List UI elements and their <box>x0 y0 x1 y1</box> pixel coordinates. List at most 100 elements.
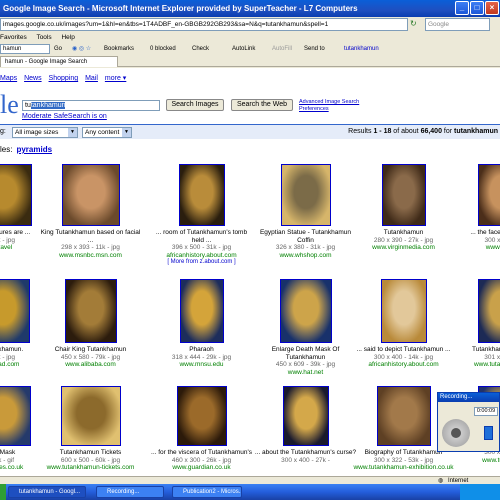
image-result[interactable]: ... the face c Tutankh300 x 411 -www.smh… <box>448 164 500 252</box>
image-size-select[interactable]: All image sizes ▼ <box>12 127 78 138</box>
image-result[interactable]: Egyptian Statue - Tutankhamun Coffin 326 … <box>253 164 358 259</box>
safesearch-link[interactable]: Moderate SafeSearch is on <box>22 113 107 120</box>
result-site[interactable]: www.mnsu.edu <box>149 361 254 369</box>
results-count: Results 1 - 18 of about 66,400 for tutan… <box>348 128 498 135</box>
address-bar: images.google.co.uk/images?um=1&hl=en&tb… <box>0 17 500 32</box>
result-site[interactable]: www.hat.net <box>253 369 358 377</box>
result-thumbnail[interactable] <box>176 386 227 446</box>
result-caption: Tutankhamun Tickets <box>59 449 122 456</box>
result-meta: 301 x 465 - <box>484 353 500 361</box>
check-button[interactable]: Check <box>192 43 209 55</box>
result-more-link[interactable]: [ More from z.about.com ] <box>149 259 254 267</box>
result-site[interactable]: www.smh. <box>448 244 500 252</box>
image-result[interactable]: Enlarge Death Mask Of Tutankhamun 450 x 6… <box>253 279 358 376</box>
result-thumbnail[interactable] <box>381 164 426 226</box>
menu-help[interactable]: Help <box>61 34 74 41</box>
result-site[interactable]: www.tutankhamun-tickets.com <box>38 464 143 472</box>
search-web-button[interactable]: Search the Web <box>231 99 293 111</box>
taskbar-item-publication[interactable]: Publication2 - Micros... <box>172 486 242 498</box>
nav-more[interactable]: more ▾ <box>105 75 126 82</box>
autofill-button[interactable]: AutoFill <box>272 43 292 55</box>
search-images-button[interactable]: Search Images <box>166 99 224 111</box>
result-thumbnail[interactable] <box>477 279 500 343</box>
result-thumbnail[interactable] <box>0 386 31 446</box>
result-thumbnail[interactable] <box>282 386 329 446</box>
menu-tools[interactable]: Tools <box>36 34 51 41</box>
nav-mail[interactable]: Mail <box>85 75 98 82</box>
preferences-link[interactable]: Preferences <box>299 106 359 113</box>
result-site[interactable]: www.msnbc.msn.com <box>38 252 143 260</box>
popup-blocked-button[interactable]: 0 blocked <box>150 43 176 55</box>
related-searches: les: pyramids <box>0 145 53 154</box>
close-button[interactable]: × <box>485 1 499 15</box>
tab-google-image-search[interactable]: hamun - Google Image Search <box>0 56 118 67</box>
result-thumbnail[interactable] <box>61 164 120 226</box>
recorder-time: 0:00:09 <box>474 407 498 416</box>
image-search-input[interactable]: tutankhamun <box>22 100 160 111</box>
pause-button[interactable] <box>484 426 493 440</box>
result-thumbnail[interactable] <box>376 386 431 446</box>
image-result[interactable]: King Tutankhamun based on facial ... 298 … <box>38 164 143 259</box>
result-thumbnail[interactable] <box>64 279 117 343</box>
recorder-widget: Recording... 0:00:09 <box>437 392 500 452</box>
maximize-button[interactable]: □ <box>470 1 484 15</box>
result-thumbnail[interactable] <box>380 279 427 343</box>
image-result[interactable]: ... room of Tutankhamun's tomb held ... 3… <box>149 164 254 267</box>
content-select[interactable]: Any content ▼ <box>82 127 132 138</box>
taskbar-item-browser[interactable]: tutankhamun - Googl... <box>8 486 86 498</box>
result-site[interactable]: africanhistory.about.com <box>149 252 254 260</box>
toolbar-search-input[interactable]: hamun <box>0 44 50 54</box>
google-logo[interactable]: le <box>0 90 19 120</box>
nav-news[interactable]: News <box>24 75 42 82</box>
browser-search-input[interactable]: Google <box>425 18 490 31</box>
result-meta: 326 x 380 - 31k - jpg <box>275 244 336 251</box>
autolink-button[interactable]: AutoLink <box>232 43 255 55</box>
image-result[interactable]: Chair King Tutankhamun 450 x 580 - 79k - … <box>38 279 143 369</box>
result-thumbnail[interactable] <box>477 164 500 226</box>
result-thumbnail[interactable] <box>60 386 121 446</box>
result-thumbnail[interactable] <box>0 164 32 226</box>
sendto-button[interactable]: Send to <box>304 43 325 55</box>
image-result[interactable]: ... said to depict Tutankhamun ... 300 x … <box>351 279 456 369</box>
advanced-search-link[interactable]: Advanced Image Search <box>299 99 359 106</box>
page-content: Maps News Shopping Mail more ▾ le tutank… <box>0 68 500 476</box>
result-caption: Pharaoh <box>189 346 214 353</box>
record-button[interactable] <box>442 419 470 447</box>
result-thumbnail[interactable] <box>178 164 225 226</box>
result-thumbnail[interactable] <box>0 279 30 343</box>
result-site[interactable]: www.tutankh <box>448 457 500 465</box>
result-caption: ... for the viscera of Tutankhamun's <box>151 449 252 456</box>
start-button[interactable] <box>0 484 6 500</box>
result-meta: 318 x 444 - 29k - jpg <box>171 353 232 361</box>
image-result[interactable]: Tutankhamun Tickets 600 x 500 - 60k - jpg… <box>38 386 143 472</box>
image-result[interactable]: ... about the Tutankhamun's curse? 300 x … <box>253 386 358 464</box>
google-nav: Maps News Shopping Mail more ▾ <box>0 74 131 82</box>
result-thumbnail[interactable] <box>179 279 224 343</box>
url-field[interactable]: images.google.co.uk/images?um=1&hl=en&tb… <box>0 18 408 31</box>
result-site[interactable]: www.tutankhamun <box>448 361 500 369</box>
result-meta: 280 x 390 - 27k - jpg <box>373 236 434 244</box>
result-site[interactable]: www.alibaba.com <box>38 361 143 369</box>
result-caption: Enlarge Death Mask Of Tutankhamun <box>271 346 340 361</box>
result-site[interactable]: www.guardian.co.uk <box>149 464 254 472</box>
minimize-button[interactable]: _ <box>455 1 469 15</box>
result-site[interactable]: www.tutankhamun-exhibition.co.uk <box>351 464 456 472</box>
related-link-pyramids[interactable]: pyramids <box>16 145 52 154</box>
image-result[interactable]: Pharaoh 318 x 444 - 29k - jpg www.mnsu.edu <box>149 279 254 369</box>
menu-favorites[interactable]: Favorites <box>0 34 27 41</box>
image-result[interactable]: Tutankhamun 280 x 390 - 27k - jpg www.virg… <box>351 164 456 252</box>
result-thumbnail[interactable] <box>279 279 332 343</box>
result-thumbnail[interactable] <box>280 164 331 226</box>
bookmarks-button[interactable]: Bookmarks <box>104 43 134 55</box>
nav-shopping[interactable]: Shopping <box>49 75 79 82</box>
result-site[interactable]: www.virginmedia.com <box>351 244 456 252</box>
nav-maps[interactable]: Maps <box>0 75 17 82</box>
image-result[interactable]: ... for the viscera of Tutankhamun's 460 … <box>149 386 254 472</box>
toolbar-go-button[interactable]: Go <box>54 43 62 55</box>
result-site[interactable]: africanhistory.about.com <box>351 361 456 369</box>
toolbar-term[interactable]: tutankhamun <box>344 43 379 55</box>
taskbar-item-recording[interactable]: Recording... <box>96 486 164 498</box>
refresh-icon[interactable]: ↻ <box>410 19 422 30</box>
result-site[interactable]: www.whshop.com <box>253 252 358 260</box>
image-result[interactable]: Tutankhamun's well301 x 465 -www.tutankh… <box>448 279 500 369</box>
